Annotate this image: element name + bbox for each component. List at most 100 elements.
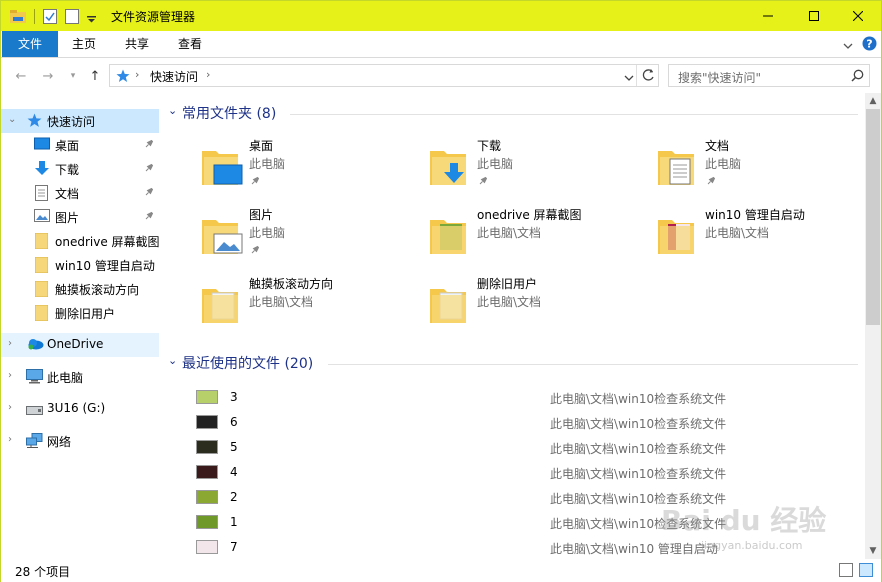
file-path: 此电脑\文档\win10检查系统文件	[550, 417, 727, 431]
onedrive-icon	[27, 337, 44, 353]
nav-item-desktop[interactable]: 桌面	[1, 133, 159, 157]
desktop-icon	[34, 137, 50, 154]
tile-location: 此电脑	[705, 157, 742, 171]
scrollbar-thumb[interactable]	[866, 109, 880, 325]
scroll-down-arrow-icon[interactable]: ▼	[865, 543, 881, 559]
computer-icon	[26, 369, 43, 387]
address-bar[interactable]: › 快速访问 ›	[109, 64, 659, 87]
expand-chevron-icon[interactable]: ›	[8, 434, 12, 445]
folder-tile[interactable]: win10 管理自启动 此电脑\文档	[618, 202, 838, 262]
close-button[interactable]	[835, 1, 881, 31]
folder-icon	[34, 256, 49, 276]
tile-name: 删除旧用户	[477, 277, 538, 291]
tile-name: 下载	[477, 139, 502, 153]
expand-ribbon-icon[interactable]	[843, 39, 853, 53]
address-dropdown-icon[interactable]	[624, 71, 634, 85]
nav-item-this-pc[interactable]: › 此电脑	[1, 365, 159, 389]
large-icons-view-icon[interactable]	[859, 563, 873, 577]
nav-label: 下载	[55, 163, 80, 177]
nav-item-pictures[interactable]: 图片	[1, 205, 159, 229]
properties-icon[interactable]	[43, 9, 57, 27]
nav-item-network[interactable]: › 网络	[1, 429, 159, 453]
tab-view[interactable]: 查看	[167, 31, 213, 57]
details-view-icon[interactable]	[839, 563, 853, 577]
search-input[interactable]: 搜索"快速访问"	[668, 64, 870, 87]
file-row[interactable]: 6 此电脑\文档\win10检查系统文件	[192, 410, 852, 435]
quick-access-toolbar-dropdown-icon[interactable]	[87, 12, 96, 26]
window-title: 文件资源管理器	[111, 10, 196, 24]
nav-label: 3U16 (G:)	[47, 401, 106, 415]
nav-item-quick-access[interactable]: ⌄ 快速访问	[1, 109, 159, 133]
folder-tile[interactable]: onedrive 屏幕截图 此电脑\文档	[390, 202, 610, 262]
title-bar: 文件资源管理器	[1, 1, 881, 31]
folder-picture-icon	[200, 214, 244, 259]
folder-tile[interactable]: 触摸板滚动方向 此电脑\文档	[162, 271, 382, 331]
file-name: 6	[230, 415, 238, 429]
refresh-icon[interactable]	[642, 68, 655, 85]
breadcrumb-separator-icon[interactable]: ›	[206, 68, 210, 81]
collapse-chevron-icon[interactable]: ⌄	[168, 104, 177, 117]
file-row[interactable]: 5 此电脑\文档\win10检查系统文件	[192, 435, 852, 460]
nav-item-usb-drive[interactable]: › 3U16 (G:)	[1, 397, 159, 421]
folder-tile[interactable]: 删除旧用户 此电脑\文档	[390, 271, 610, 331]
nav-item-onedrive[interactable]: › OneDrive	[1, 333, 159, 357]
nav-item-folder[interactable]: win10 管理自启动	[1, 253, 159, 277]
breadcrumb-separator-icon[interactable]: ›	[135, 68, 139, 81]
collapse-chevron-icon[interactable]: ⌄	[8, 114, 16, 125]
pin-icon[interactable]	[144, 186, 154, 200]
maximize-button[interactable]	[791, 1, 837, 31]
pin-icon[interactable]	[144, 210, 154, 224]
file-row[interactable]: 4 此电脑\文档\win10检查系统文件	[192, 460, 852, 485]
picture-icon	[34, 209, 50, 225]
expand-chevron-icon[interactable]: ›	[8, 370, 12, 381]
pin-icon[interactable]	[478, 175, 488, 189]
help-icon[interactable]: ?	[862, 36, 877, 54]
file-row[interactable]: 3 此电脑\文档\win10检查系统文件	[192, 385, 852, 410]
recent-locations-chevron-icon[interactable]: ▾	[65, 68, 81, 84]
tab-file[interactable]: 文件	[2, 31, 58, 57]
collapse-chevron-icon[interactable]: ⌄	[168, 354, 177, 367]
tile-location: 此电脑	[477, 157, 514, 171]
folder-icon	[428, 283, 472, 328]
tile-location: 此电脑\文档	[477, 295, 542, 309]
pin-icon[interactable]	[250, 244, 260, 258]
folder-tile[interactable]: 下载 此电脑	[390, 133, 610, 193]
nav-item-folder[interactable]: 触摸板滚动方向	[1, 277, 159, 301]
pin-icon[interactable]	[706, 175, 716, 189]
vertical-scrollbar[interactable]: ▲ ▼	[865, 93, 881, 559]
nav-item-downloads[interactable]: 下载	[1, 157, 159, 181]
breadcrumb-current[interactable]: 快速访问	[150, 68, 198, 85]
pin-icon[interactable]	[144, 162, 154, 176]
tile-location: 此电脑\文档	[249, 295, 314, 309]
tile-location: 此电脑\文档	[477, 226, 542, 240]
search-icon[interactable]	[851, 69, 864, 85]
image-thumbnail	[196, 540, 218, 554]
folder-icon	[200, 283, 244, 328]
folder-tile[interactable]: 文档 此电脑	[618, 133, 838, 193]
tile-location: 此电脑\文档	[705, 226, 770, 240]
scroll-up-arrow-icon[interactable]: ▲	[865, 93, 881, 109]
watermark: Bai du 经验	[661, 504, 827, 537]
tab-home[interactable]: 主页	[61, 31, 107, 57]
up-arrow-icon[interactable]: ↑	[87, 68, 103, 84]
new-folder-icon[interactable]	[65, 9, 79, 27]
pin-icon[interactable]	[144, 138, 154, 152]
folder-tile[interactable]: 图片 此电脑	[162, 202, 382, 262]
tile-name: onedrive 屏幕截图	[477, 208, 582, 222]
file-name: 1	[230, 515, 238, 529]
pin-icon[interactable]	[250, 175, 260, 189]
folder-desktop-icon	[200, 145, 244, 190]
file-name: 3	[230, 390, 238, 404]
nav-item-folder[interactable]: 删除旧用户	[1, 301, 159, 325]
expand-chevron-icon[interactable]: ›	[8, 402, 12, 413]
explorer-folder-icon[interactable]	[10, 9, 26, 27]
back-arrow-icon[interactable]: ←	[13, 68, 29, 84]
tile-name: 文档	[705, 139, 730, 153]
expand-chevron-icon[interactable]: ›	[8, 338, 12, 349]
tab-share[interactable]: 共享	[114, 31, 160, 57]
nav-item-folder[interactable]: onedrive 屏幕截图	[1, 229, 160, 253]
nav-item-documents[interactable]: 文档	[1, 181, 159, 205]
forward-arrow-icon[interactable]: →	[40, 68, 56, 84]
minimize-button[interactable]	[745, 1, 791, 31]
folder-tile[interactable]: 桌面 此电脑	[162, 133, 382, 193]
